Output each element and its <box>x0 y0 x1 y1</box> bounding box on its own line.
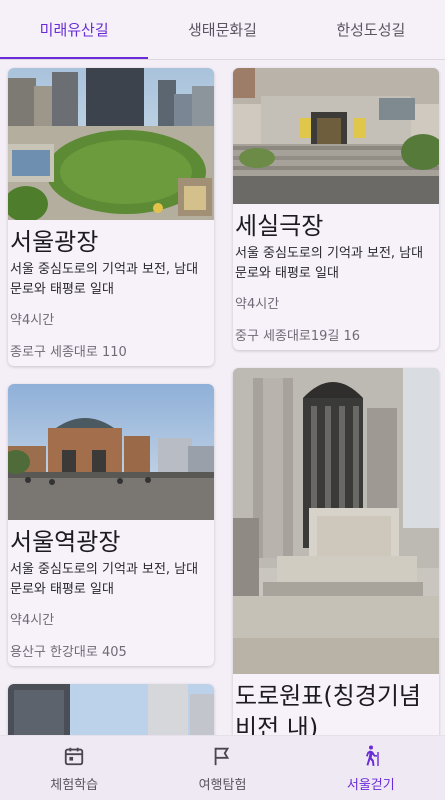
cecil-theatre-photo <box>233 68 439 204</box>
card-title: 서울광장 <box>10 228 99 256</box>
app-screen: 미래유산길 생태문화길 한성도성길 서울광장 서울 중심도로의 기억과 보전, … <box>0 0 445 800</box>
road-origin-marker-photo <box>233 368 439 674</box>
bottom-navigation: 체험학습 여행탐험 서울걷기 <box>0 735 445 800</box>
card-description: 서울 중심도로의 기억과 보전, 남대문로와 태평로 일대 <box>235 246 424 281</box>
course-grid[interactable]: 서울광장 서울 중심도로의 기억과 보전, 남대문로와 태평로 일대 약4시간 … <box>0 60 445 735</box>
card-body: 서울역광장 서울 중심도로의 기억과 보전, 남대문로와 태평로 일대 약4시간… <box>8 520 214 666</box>
card-address: 종로구 세종대로 110 <box>10 345 127 360</box>
card-body: 도로원표(칭경기념비전 내) <box>233 674 439 735</box>
course-card[interactable]: 도로원표(칭경기념비전 내) <box>233 368 439 735</box>
building-photo <box>8 684 214 735</box>
card-title: 서울역광장 <box>10 528 121 556</box>
tab-label: 한성도성길 <box>336 20 406 39</box>
card-description: 서울 중심도로의 기억과 보전, 남대문로와 태평로 일대 <box>10 262 199 297</box>
nav-experience-learning[interactable]: 체험학습 <box>0 736 148 800</box>
grid-column-right: 세실극장 서울 중심도로의 기억과 보전, 남대문로와 태평로 일대 약4시간 … <box>233 68 439 735</box>
course-card[interactable]: 서울역광장 서울 중심도로의 기억과 보전, 남대문로와 태평로 일대 약4시간… <box>8 384 214 666</box>
card-address: 중구 세종대로19길 16 <box>235 329 361 344</box>
card-body: 서울광장 서울 중심도로의 기억과 보전, 남대문로와 태평로 일대 약4시간 … <box>8 220 214 366</box>
tab-label: 생태문화길 <box>187 20 257 39</box>
course-card[interactable]: 세실극장 서울 중심도로의 기억과 보전, 남대문로와 태평로 일대 약4시간 … <box>233 68 439 350</box>
grid-column-left: 서울광장 서울 중심도로의 기억과 보전, 남대문로와 태평로 일대 약4시간 … <box>8 68 214 735</box>
tab-future-heritage[interactable]: 미래유산길 <box>0 0 149 60</box>
nav-label: 서울걷기 <box>346 777 395 793</box>
nav-label: 체험학습 <box>50 777 99 793</box>
seoul-plaza-photo <box>8 68 214 220</box>
nav-label: 여행탐험 <box>198 777 247 793</box>
card-title: 세실극장 <box>235 212 324 240</box>
tab-hanseong-wall[interactable]: 한성도성길 <box>297 0 445 60</box>
top-tab-bar: 미래유산길 생태문화길 한성도성길 <box>0 0 445 60</box>
hiking-icon <box>359 744 383 768</box>
course-card[interactable]: 서울광장 서울 중심도로의 기억과 보전, 남대문로와 태평로 일대 약4시간 … <box>8 68 214 366</box>
tab-eco-culture[interactable]: 생태문화길 <box>148 0 296 60</box>
nav-seoul-walk[interactable]: 서울걷기 <box>297 736 445 800</box>
flag-icon <box>210 744 234 768</box>
card-duration: 약4시간 <box>10 613 55 628</box>
nav-travel-explore[interactable]: 여행탐험 <box>148 736 296 800</box>
card-address: 용산구 한강대로 405 <box>10 645 127 660</box>
card-duration: 약4시간 <box>235 297 280 312</box>
card-description: 서울 중심도로의 기억과 보전, 남대문로와 태평로 일대 <box>10 562 199 597</box>
seoul-station-plaza-photo <box>8 384 214 520</box>
card-body: 세실극장 서울 중심도로의 기억과 보전, 남대문로와 태평로 일대 약4시간 … <box>233 204 439 350</box>
course-card[interactable] <box>8 684 214 735</box>
tab-label: 미래유산길 <box>39 20 109 39</box>
card-duration: 약4시간 <box>10 313 55 328</box>
calendar-icon <box>62 744 86 768</box>
card-title: 도로원표(칭경기념비전 내) <box>235 682 422 735</box>
